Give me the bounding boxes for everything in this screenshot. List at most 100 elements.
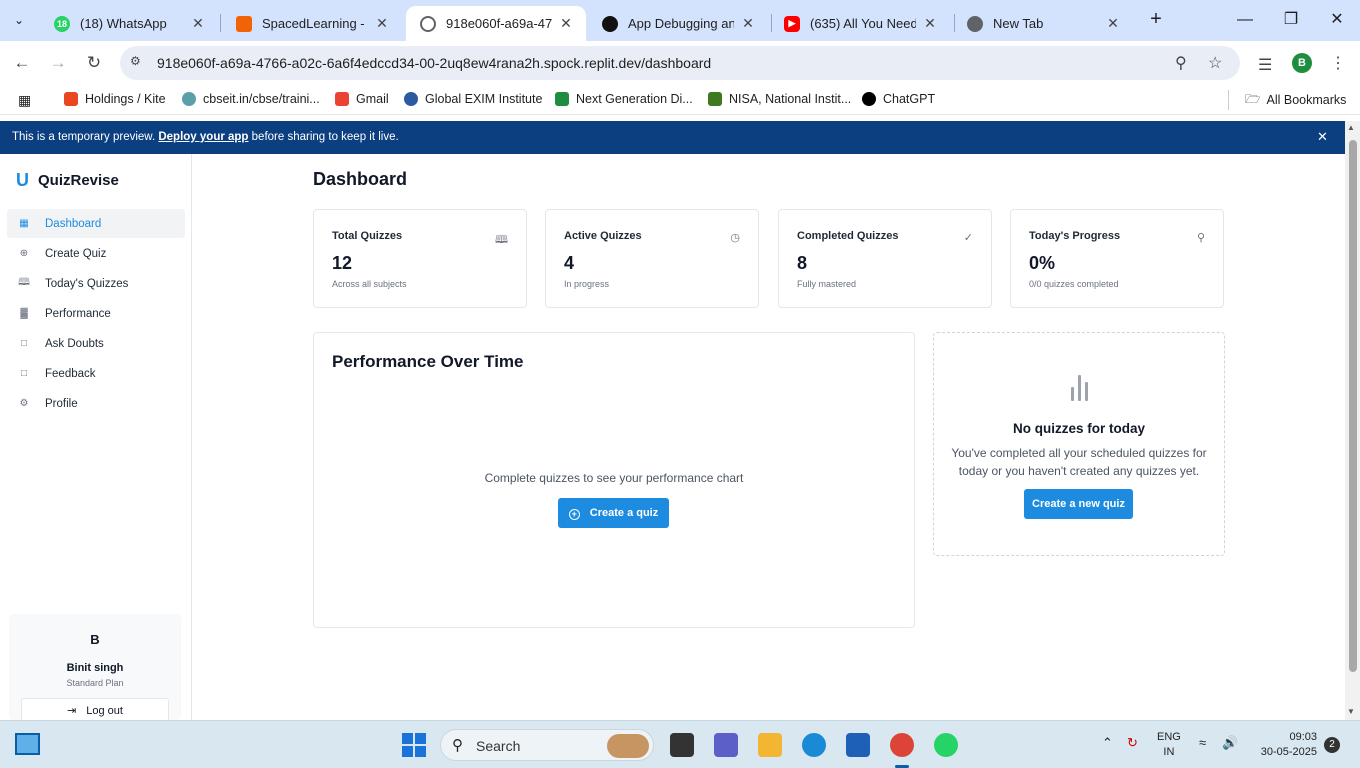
chevron-up-icon[interactable]: ⌃ [1102,735,1113,751]
tab-new-tab[interactable]: New Tab ✕ [953,6,1133,41]
tab-active-dashboard[interactable]: 918e060f-a69a-4766- ✕ [406,6,586,41]
bookmark-item[interactable]: NISA, National Instit... [708,92,851,106]
grid-icon: ▦ [19,218,29,229]
back-button[interactable]: ← [8,49,36,77]
all-bookmarks-button[interactable]: 🗁 All Bookmarks [1228,90,1346,110]
bookmark-item[interactable]: Gmail [335,92,389,106]
exim-icon [404,92,418,106]
arrow-right-icon: → [49,53,67,72]
apps-button[interactable]: ▦ [18,92,31,109]
task-view-icon[interactable] [670,733,694,757]
wifi-icon[interactable]: ≈ [1199,735,1206,750]
chrome-icon [967,15,983,32]
openai-icon [602,15,618,32]
restore-button[interactable]: ❐ [1268,6,1314,34]
tab-search-button[interactable]: ⌄ [6,8,32,32]
bookmark-star-icon[interactable]: ☆ [1208,53,1222,73]
user-card: B Binit singh Standard Plan ⇥ Log out [9,614,181,724]
kite-icon [64,92,78,106]
deploy-link[interactable]: Deploy your app [158,131,248,143]
stat-card-active-quizzes: Active Quizzes ◷ 4 In progress [545,209,759,308]
bookmark-item[interactable]: cbseit.in/cbse/traini... [182,92,320,106]
close-icon[interactable]: ✕ [190,15,206,32]
minimize-button[interactable]: — [1222,6,1268,34]
sidebar-item-feedback[interactable]: □ Feedback [7,359,185,388]
whatsapp-icon[interactable] [934,733,958,757]
more-menu-icon[interactable]: ⋮ [1330,53,1346,73]
arrow-logo-icon [555,92,569,106]
sync-icon[interactable]: ↻ [1127,735,1138,751]
clock[interactable]: 09:03 30-05-2025 [1260,730,1317,760]
address-bar[interactable]: ⚙ 918e060f-a69a-4766-a02c-6a6f4edccd34-0… [120,46,1240,80]
create-new-quiz-button[interactable]: Create a new quiz [1024,489,1133,519]
cbse-icon [182,92,196,106]
sidebar-item-dashboard[interactable]: ▦ Dashboard [7,209,185,238]
search-icon: ⚲ [452,737,463,754]
start-button[interactable] [402,733,426,757]
logout-icon: ⇥ [67,705,77,717]
notification-badge[interactable]: 2 [1324,737,1340,753]
profile-avatar[interactable]: B [1292,53,1312,73]
url-text[interactable]: 918e060f-a69a-4766-a02c-6a6f4edccd34-00-… [157,55,711,71]
scrollbar-thumb[interactable] [1349,140,1357,672]
sidebar-item-profile[interactable]: ⚙ Profile [7,389,185,418]
bookmark-item[interactable]: Global EXIM Institute [404,92,542,106]
teams-icon[interactable] [714,733,738,757]
store-icon[interactable] [846,733,870,757]
logo-icon: U [16,170,29,190]
close-icon[interactable]: ✕ [740,15,756,32]
widgets-icon[interactable] [15,733,40,755]
app-logo[interactable]: U QuizRevise [16,170,119,191]
scroll-up-icon[interactable]: ▲ [1347,123,1355,132]
sidebar-item-performance[interactable]: ▓ Performance [7,299,185,328]
bookmark-item[interactable]: ChatGPT [862,92,935,106]
tab-spacedlearning[interactable]: SpacedLearning - Re ✕ [222,6,402,41]
windows-taskbar: ⚲ Search ⌃ ↻ ENG IN ≈ 🔊 09:03 30-05-2025… [0,720,1360,768]
close-icon[interactable]: ✕ [922,15,938,32]
site-settings-icon[interactable]: ⚙ [130,54,148,72]
close-icon[interactable]: ✕ [558,15,574,32]
stat-card-completed-quizzes: Completed Quizzes ✓ 8 Fully mastered [778,209,992,308]
book-icon: 🕮 [18,277,30,288]
tab-youtube[interactable]: ▶ (635) All You Need To ✕ [770,6,950,41]
close-icon[interactable]: ✕ [374,15,390,32]
edge-icon[interactable] [802,733,826,757]
media-controls-icon[interactable]: ☰ [1258,55,1272,75]
sidebar-item-create-quiz[interactable]: ⊕ Create Quiz [7,239,185,268]
bookmark-item[interactable]: Next Generation Di... [555,92,693,106]
nisa-icon [708,92,722,106]
stat-card-total-quizzes: Total Quizzes 🕮 12 Across all subjects [313,209,527,308]
chrome-icon[interactable] [890,733,914,757]
volume-icon[interactable]: 🔊 [1222,735,1238,751]
scroll-down-icon[interactable]: ▼ [1347,707,1355,716]
whatsapp-icon: 18 [54,15,70,32]
create-quiz-button[interactable]: + Create a quiz [558,498,669,528]
close-icon[interactable]: ✕ [1317,129,1328,145]
tab-whatsapp[interactable]: 18 (18) WhatsApp ✕ [40,6,218,41]
check-icon: ✓ [963,232,973,244]
app-sidebar: U QuizRevise ▦ Dashboard ⊕ Create Quiz 🕮… [0,154,192,724]
performance-empty-text: Complete quizzes to see your performance… [484,471,744,485]
forward-button[interactable]: → [44,49,72,77]
close-window-button[interactable]: ✕ [1314,6,1360,34]
tab-app-debugging[interactable]: App Debugging and ✕ [588,6,768,41]
performance-title: Performance Over Time [332,352,524,371]
plus-circle-icon: + [568,509,580,520]
sidebar-item-ask-doubts[interactable]: □ Ask Doubts [7,329,185,358]
bookmark-item[interactable]: Holdings / Kite [64,92,166,106]
language-indicator[interactable]: ENG IN [1157,730,1181,760]
taskbar-search[interactable]: ⚲ Search [440,729,654,761]
zoom-icon[interactable]: ⚲ [1175,53,1187,73]
bar-chart-icon [1068,373,1092,401]
book-icon: 🕮 [495,234,508,246]
sidebar-item-todays-quizzes[interactable]: 🕮 Today's Quizzes [7,269,185,298]
close-icon[interactable]: ✕ [1105,15,1121,32]
reload-icon: ↻ [86,53,102,72]
reload-button[interactable]: ↻ [80,49,108,77]
new-tab-button[interactable]: + [1144,8,1168,32]
preview-banner: This is a temporary preview. Deploy your… [0,121,1345,154]
youtube-icon: ▶ [784,15,800,32]
file-explorer-icon[interactable] [758,733,782,757]
restore-icon: ❐ [1283,11,1299,28]
stat-card-todays-progress: Today's Progress ⚲ 0% 0/0 quizzes comple… [1010,209,1224,308]
